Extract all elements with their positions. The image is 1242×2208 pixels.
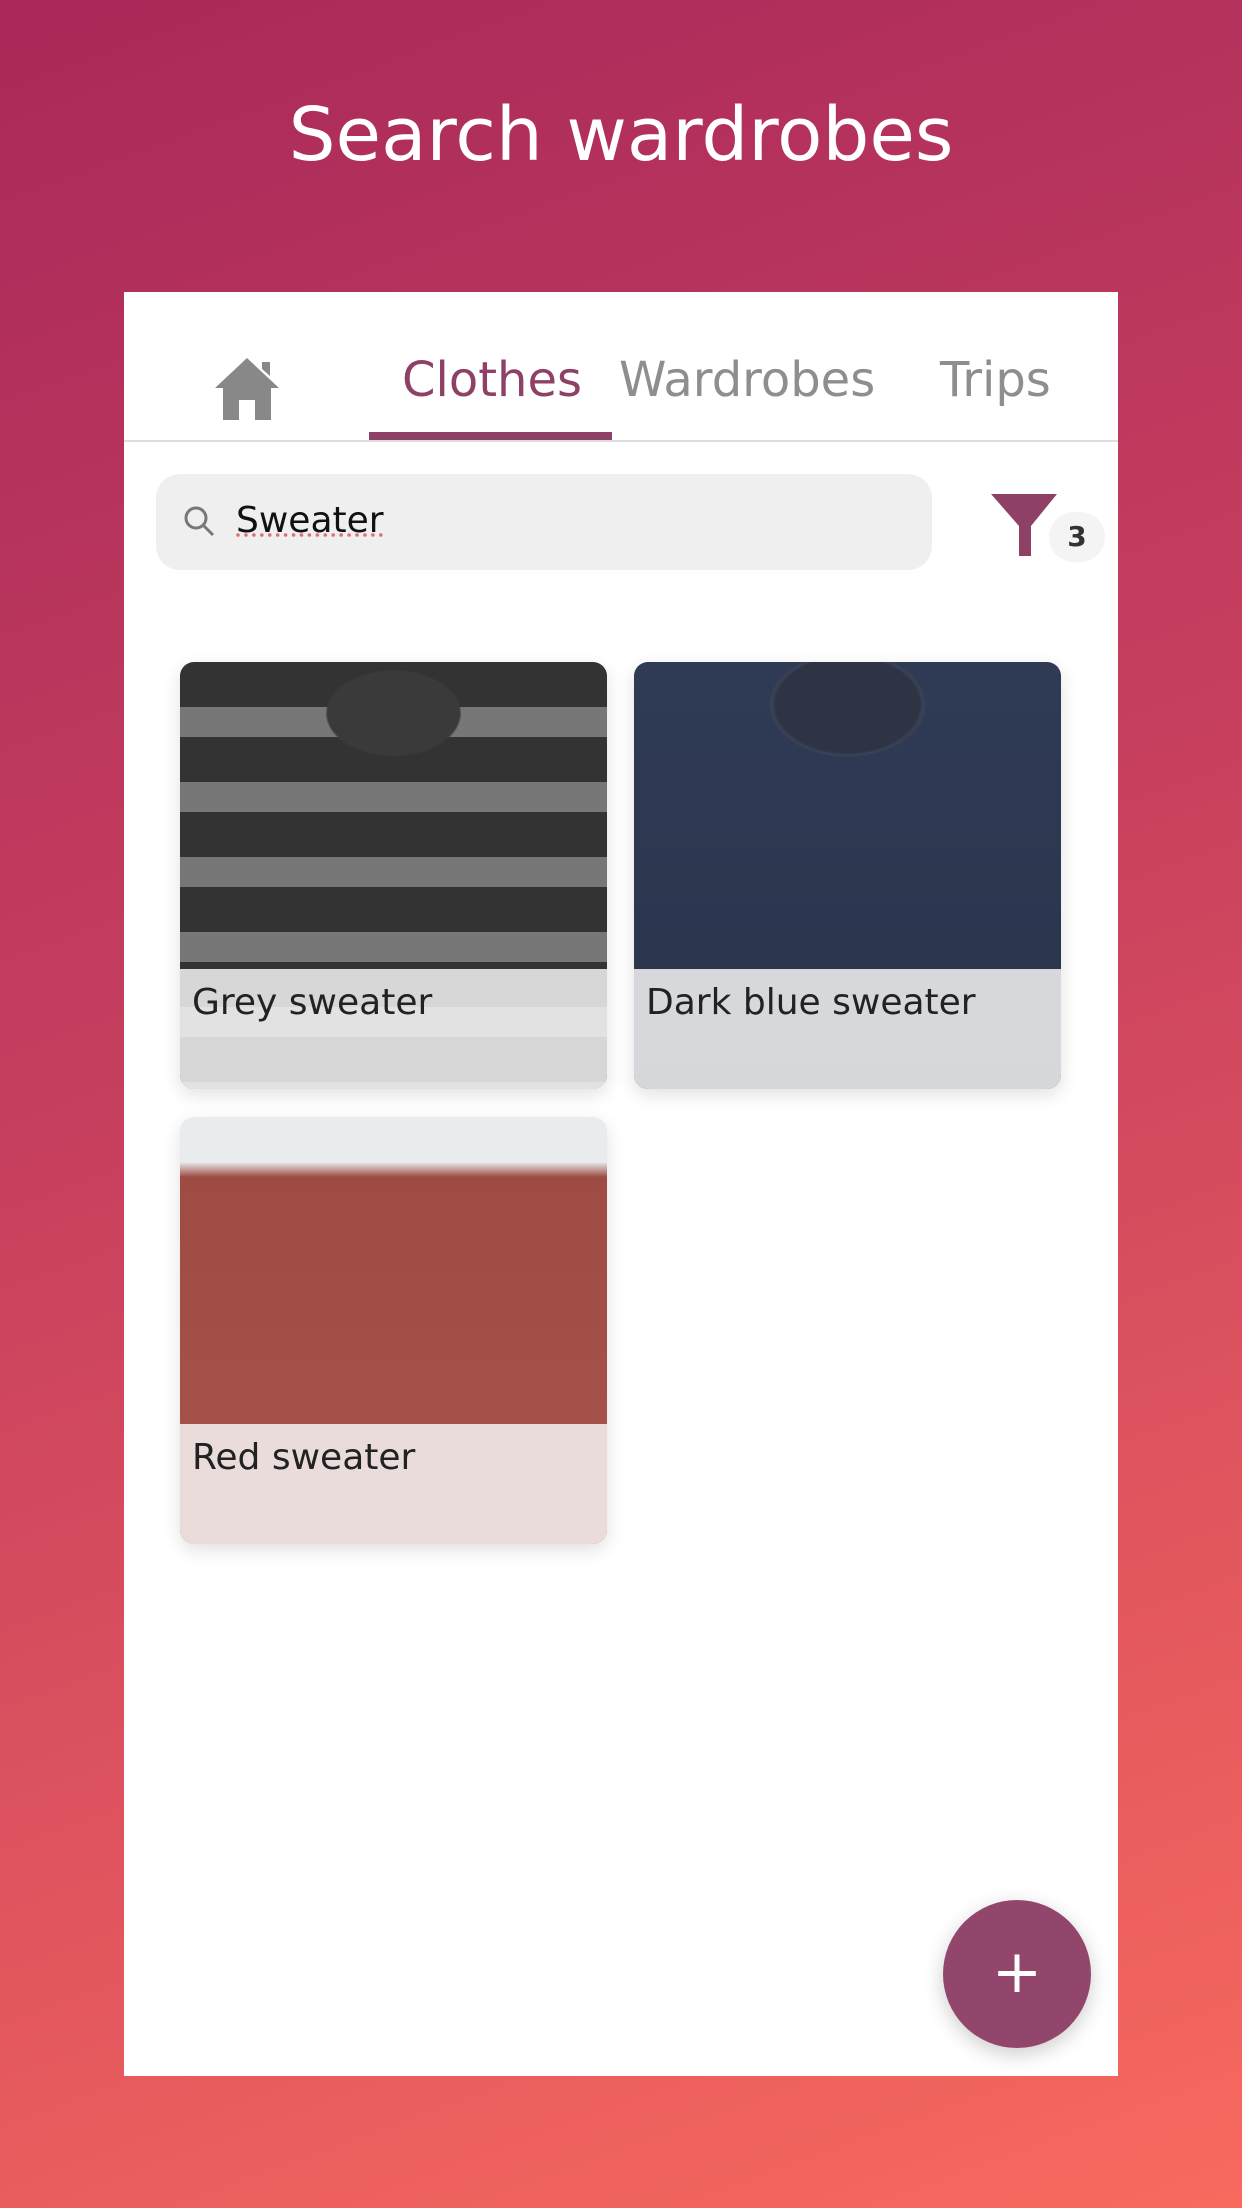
clothing-card[interactable]: Dark blue sweater xyxy=(634,662,1061,1089)
page-title: Search wardrobes xyxy=(288,92,954,178)
search-value: Sweater xyxy=(236,500,384,541)
plus-icon: + xyxy=(991,1937,1043,2007)
filter-count-badge: 3 xyxy=(1049,512,1105,562)
item-label: Grey sweater xyxy=(192,982,433,1023)
tab-clothes[interactable]: Clothes xyxy=(402,352,582,408)
tab-wardrobes[interactable]: Wardrobes xyxy=(619,352,875,408)
app-panel: Clothes Wardrobes Trips Sweater 3 Grey s… xyxy=(124,292,1118,2076)
home-icon[interactable] xyxy=(212,354,282,424)
tab-bar: Clothes Wardrobes Trips xyxy=(124,292,1118,442)
active-tab-indicator xyxy=(369,432,612,440)
add-button[interactable]: + xyxy=(943,1900,1091,2048)
item-label: Red sweater xyxy=(192,1437,416,1478)
search-input[interactable]: Sweater xyxy=(156,474,932,570)
search-icon xyxy=(184,506,215,537)
clothing-card[interactable]: Grey sweater xyxy=(180,662,607,1089)
tab-trips[interactable]: Trips xyxy=(940,352,1051,408)
item-label: Dark blue sweater xyxy=(646,982,976,1023)
clothing-card[interactable]: Red sweater xyxy=(180,1117,607,1544)
filter-icon[interactable] xyxy=(989,492,1059,558)
